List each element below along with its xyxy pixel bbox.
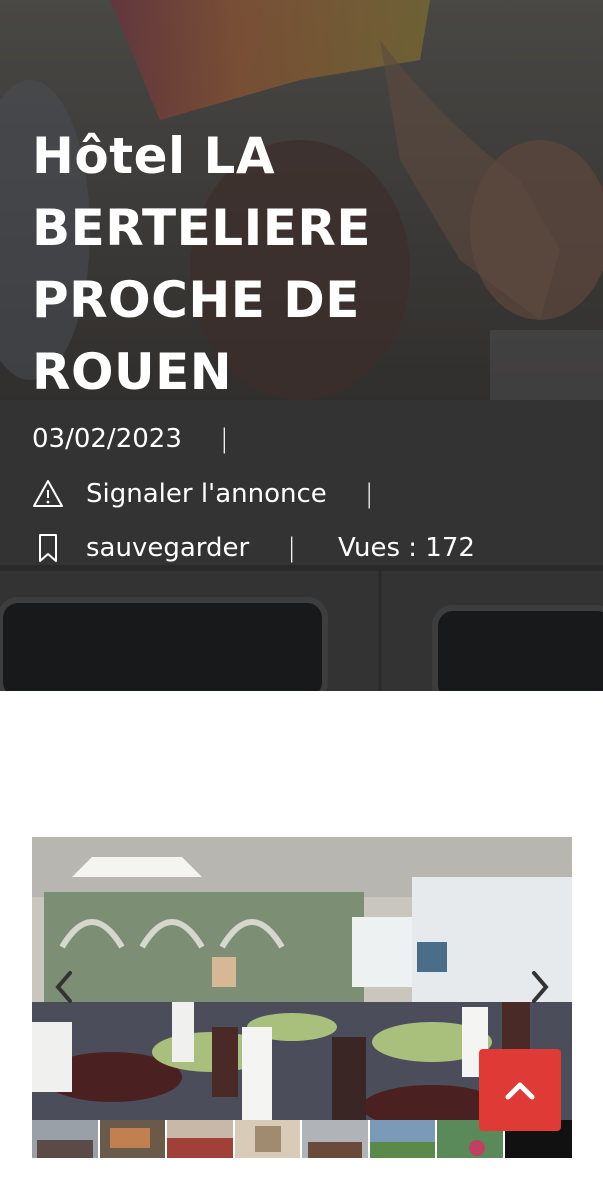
- back-to-top-button[interactable]: [479, 1049, 561, 1131]
- view-count: Vues : 172: [337, 533, 475, 563]
- warning-triangle-icon: [33, 480, 63, 507]
- gallery-next-button[interactable]: [526, 967, 554, 1007]
- publish-date: 03/02/2023: [32, 424, 182, 454]
- meta-date-row: 03/02/2023 |: [32, 424, 229, 454]
- gallery-thumbnail[interactable]: [167, 1120, 233, 1158]
- chevron-up-icon: [505, 1082, 535, 1100]
- meta-save-row: sauvegarder | Vues : 172: [32, 532, 475, 564]
- listing-title: Hôtel LA BERTELIERE PROCHE DE ROUEN: [32, 127, 372, 401]
- gallery-thumbnail[interactable]: [302, 1120, 368, 1158]
- gallery-thumbnail[interactable]: [99, 1120, 165, 1158]
- meta-separator: |: [219, 424, 229, 454]
- meta-separator: |: [287, 533, 296, 563]
- gallery-prev-button[interactable]: [50, 967, 78, 1007]
- gallery-thumbnail[interactable]: [369, 1120, 435, 1158]
- report-listing-link[interactable]: Signaler l'annonce |: [32, 478, 374, 510]
- report-listing-label: Signaler l'annonce: [86, 479, 327, 509]
- gallery-thumbnail[interactable]: [234, 1120, 300, 1158]
- save-listing-link[interactable]: sauvegarder: [86, 533, 249, 563]
- meta-separator: |: [364, 479, 374, 509]
- hero-section: Hôtel LA BERTELIERE PROCHE DE ROUEN 03/0…: [0, 0, 603, 691]
- gallery-thumbnail[interactable]: [32, 1120, 98, 1158]
- bookmark-icon[interactable]: [32, 532, 64, 564]
